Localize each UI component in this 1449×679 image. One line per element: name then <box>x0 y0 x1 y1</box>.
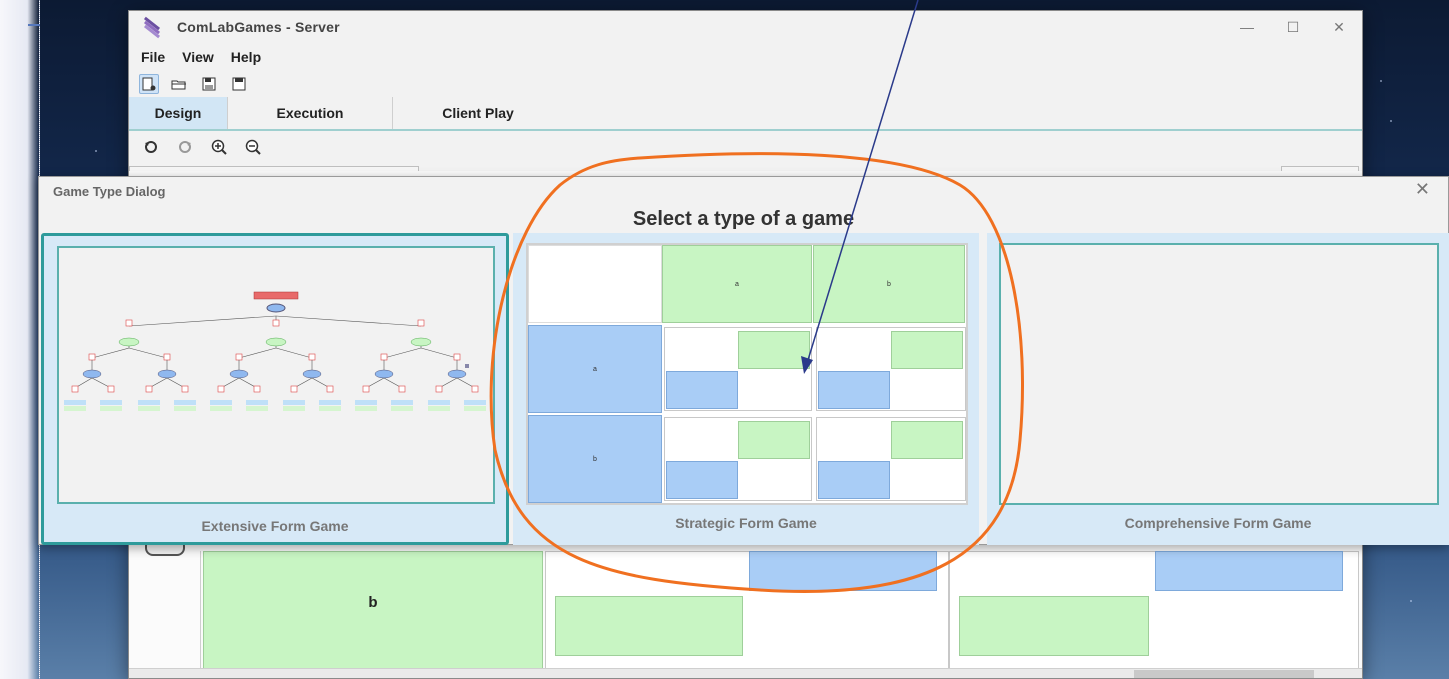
row-header-a: a <box>528 325 662 413</box>
dialog-title: Game Type Dialog <box>53 184 166 199</box>
game-tree-diagram <box>64 291 486 411</box>
option-strategic-form[interactable]: a b a b Strategic Form Game <box>513 233 979 545</box>
dialog-close-button[interactable]: ✕ <box>1415 179 1430 200</box>
zoom-out-icon[interactable] <box>243 137 263 157</box>
slide-tick <box>28 24 40 26</box>
payoff-blue <box>818 371 890 409</box>
menu-bar: File View Help <box>129 43 1362 71</box>
payoff-blue <box>818 461 890 499</box>
main-tabs: Design Execution Client Play <box>129 97 1362 131</box>
payoff-blue <box>1155 551 1343 591</box>
payoff-blue <box>666 371 738 409</box>
slide-left-strip <box>0 0 40 679</box>
maximize-button[interactable]: ☐ <box>1270 11 1316 43</box>
tab-client-play[interactable]: Client Play <box>393 97 563 129</box>
payoff-green <box>959 596 1149 656</box>
row-label-b[interactable]: b <box>203 551 543 669</box>
payoff-green <box>891 421 963 459</box>
save-as-icon[interactable] <box>199 74 219 94</box>
payoff-green <box>738 421 810 459</box>
payoff-green <box>738 331 810 369</box>
window-controls: — ☐ ✕ <box>1224 11 1362 43</box>
menu-view[interactable]: View <box>182 49 214 65</box>
close-button[interactable]: ✕ <box>1316 11 1362 43</box>
option-comprehensive-label: Comprehensive Form Game <box>1124 515 1312 531</box>
game-type-dialog: Game Type Dialog ✕ Select a type of a ga… <box>38 176 1449 545</box>
row-header-b: b <box>528 415 662 503</box>
undo-icon[interactable] <box>141 137 161 157</box>
corner-cell <box>528 245 662 323</box>
main-toolbar <box>129 71 1362 97</box>
scroll-thumb[interactable] <box>1134 670 1314 678</box>
payoff-green <box>891 331 963 369</box>
strategic-preview: a b a b <box>526 243 968 505</box>
new-game-icon[interactable] <box>139 74 159 94</box>
zoom-in-icon[interactable] <box>209 137 229 157</box>
strategic-grid: a b a b <box>528 245 966 503</box>
minimize-button[interactable]: — <box>1224 11 1270 43</box>
col-header-b: b <box>813 245 965 323</box>
menu-help[interactable]: Help <box>231 49 261 65</box>
row-gutter <box>143 551 201 671</box>
payoff-green <box>555 596 743 656</box>
open-folder-icon[interactable] <box>169 74 189 94</box>
payoff-blue <box>666 461 738 499</box>
tab-design[interactable]: Design <box>129 97 227 129</box>
col-header-a: a <box>662 245 812 323</box>
option-strategic-label: Strategic Form Game <box>675 515 817 531</box>
tab-execution[interactable]: Execution <box>228 97 392 129</box>
app-logo-icon <box>143 16 161 39</box>
option-extensive-label: Extensive Form Game <box>201 518 349 534</box>
comprehensive-preview <box>999 243 1439 505</box>
option-extensive-form[interactable]: Extensive Form Game <box>41 233 509 545</box>
option-comprehensive-form[interactable]: Comprehensive Form Game <box>987 233 1449 545</box>
dialog-heading: Select a type of a game <box>632 208 855 230</box>
horizontal-scrollbar[interactable] <box>129 668 1362 678</box>
save-icon[interactable] <box>229 74 249 94</box>
redo-icon[interactable] <box>175 137 195 157</box>
extensive-preview <box>57 246 495 504</box>
menu-file[interactable]: File <box>141 49 165 65</box>
design-toolbar <box>129 131 1362 163</box>
payoff-blue <box>749 551 937 591</box>
window-title: ComLabGames - Server <box>177 19 340 35</box>
title-bar: ComLabGames - Server — ☐ ✕ <box>129 11 1362 43</box>
